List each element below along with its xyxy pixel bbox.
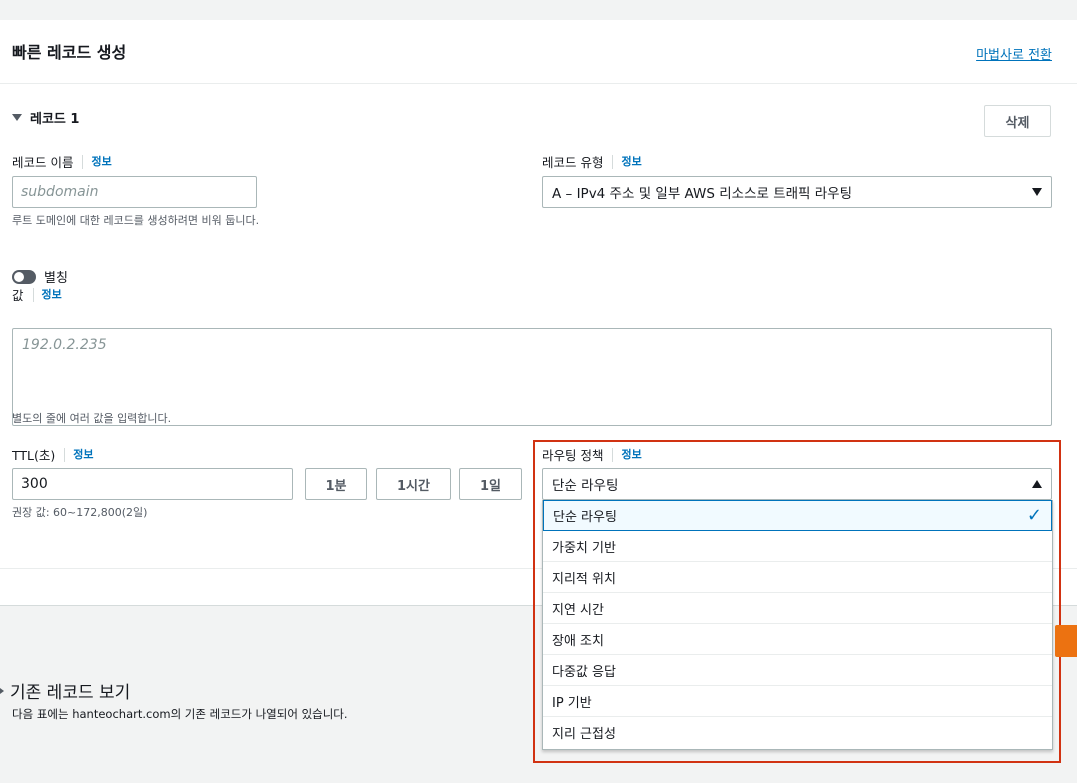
panel-header: 빠른 레코드 생성 마법사로 전환 xyxy=(0,20,1077,84)
value-help: 별도의 줄에 여러 값을 입력합니다. xyxy=(12,412,172,425)
switch-to-wizard-link[interactable]: 마법사로 전환 xyxy=(976,44,1052,63)
existing-records-description: 다음 표에는 hanteochart.com의 기존 레코드가 나열되어 있습니… xyxy=(12,707,348,721)
caret-down-icon xyxy=(12,114,22,121)
record-name-placeholder: subdomain xyxy=(21,184,99,200)
record-name-label-text: 레코드 이름 xyxy=(12,155,74,170)
record-name-info-link[interactable]: 정보 xyxy=(82,154,112,169)
ttl-label: TTL(초) 정보 xyxy=(12,445,94,464)
ttl-1-hour-button[interactable]: 1시간 xyxy=(376,468,451,500)
record-type-label-text: 레코드 유형 xyxy=(542,155,604,170)
ttl-help: 권장 값: 60~172,800(2일) xyxy=(12,506,148,519)
existing-records-expander[interactable]: 기존 레코드 보기 xyxy=(0,678,130,703)
alias-toggle[interactable]: 별칭 xyxy=(12,267,68,286)
chevron-down-icon xyxy=(1032,188,1042,196)
ttl-label-text: TTL(초) xyxy=(12,448,56,463)
ttl-1-minute-button[interactable]: 1분 xyxy=(305,468,367,500)
value-placeholder: 192.0.2.235 xyxy=(22,337,107,353)
value-label: 값 정보 xyxy=(12,285,62,304)
ttl-info-link[interactable]: 정보 xyxy=(64,447,94,462)
record-name-help: 루트 도메인에 대한 레코드를 생성하려면 비워 둡니다. xyxy=(12,214,260,227)
value-label-text: 값 xyxy=(12,288,24,303)
record-type-select[interactable]: A – IPv4 주소 및 일부 AWS 리소스로 트래픽 라우팅 xyxy=(542,176,1052,208)
record-type-info-link[interactable]: 정보 xyxy=(612,154,642,169)
record-name-input[interactable]: subdomain xyxy=(12,176,257,208)
ttl-input[interactable]: 300 xyxy=(12,468,293,500)
highlight-box xyxy=(533,440,1061,763)
create-records-button[interactable] xyxy=(1055,625,1077,657)
existing-records-title: 기존 레코드 보기 xyxy=(10,683,131,703)
record-type-value: A – IPv4 주소 및 일부 AWS 리소스로 트래픽 라우팅 xyxy=(552,186,853,202)
value-info-link[interactable]: 정보 xyxy=(32,287,62,302)
record-type-label: 레코드 유형 정보 xyxy=(542,152,642,171)
alias-label: 별칭 xyxy=(44,271,68,286)
toggle-switch-icon xyxy=(12,269,36,284)
record-1-expander[interactable]: 레코드 1 xyxy=(12,108,79,127)
page: 빠른 레코드 생성 마법사로 전환 레코드 1 삭제 레코드 이름 정보 sub… xyxy=(0,0,1077,783)
panel-title: 빠른 레코드 생성 xyxy=(12,43,127,62)
ttl-1-day-button[interactable]: 1일 xyxy=(459,468,522,500)
delete-record-button[interactable]: 삭제 xyxy=(984,105,1051,137)
record-1-title: 레코드 1 xyxy=(30,112,80,127)
record-name-label: 레코드 이름 정보 xyxy=(12,152,112,171)
caret-right-icon xyxy=(0,687,4,694)
ttl-value: 300 xyxy=(21,476,48,492)
